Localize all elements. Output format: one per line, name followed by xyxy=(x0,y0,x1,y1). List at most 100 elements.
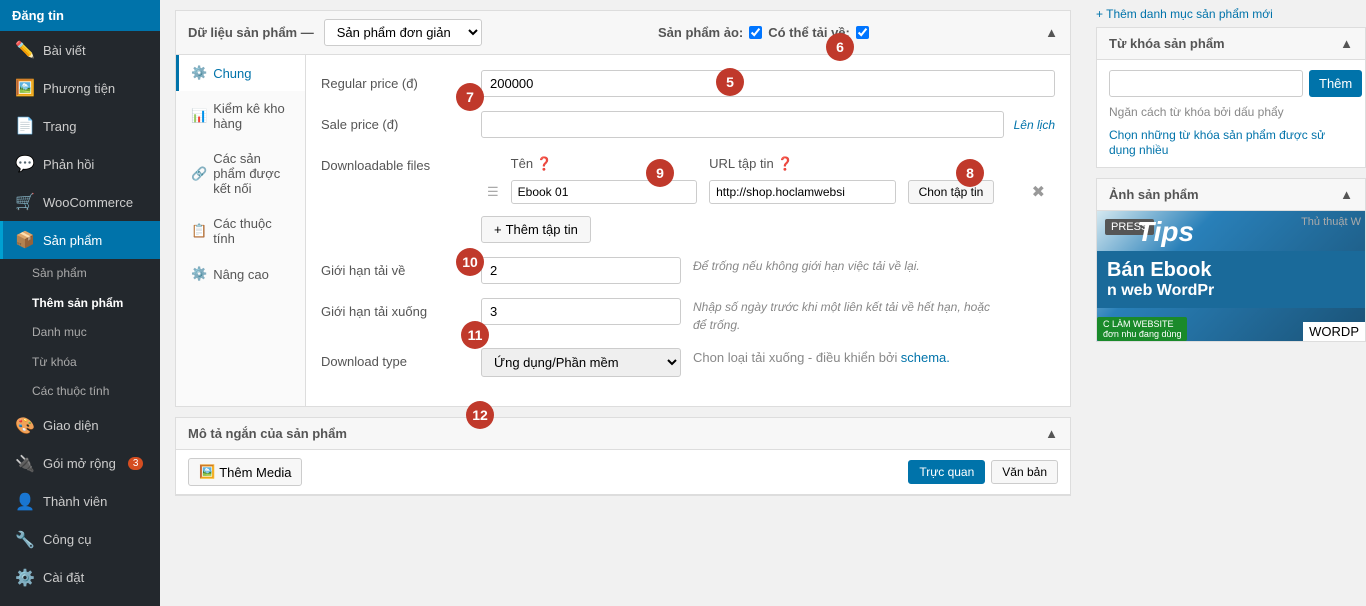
downloadable-files-row: Downloadable files Tên ❓ xyxy=(321,152,1055,243)
tab-nang-cao-label: Nâng cao xyxy=(213,267,269,282)
plus-icon: + xyxy=(494,222,502,237)
file-url-input[interactable] xyxy=(709,180,895,204)
ban-ebook-section: Bán Ebook n web WordPr xyxy=(1097,251,1365,308)
add-media-label: Thêm Media xyxy=(219,465,291,480)
remove-file-button[interactable]: ✖ xyxy=(1028,182,1049,202)
settings-tab-icon: ⚙️ xyxy=(191,65,207,81)
download-expiry-input[interactable] xyxy=(481,298,681,325)
sidebar-label-cai-dat: Cài đặt xyxy=(43,570,84,585)
tab-kiem-ke[interactable]: 📊 Kiểm kê kho hàng xyxy=(176,91,305,141)
tab-cac-thuoc-tinh[interactable]: 📋 Các thuộc tính xyxy=(176,206,305,256)
download-type-hint: Chon loại tải xuống - điều khiển bởi sch… xyxy=(693,348,950,368)
downloadable-checkbox[interactable] xyxy=(856,26,869,39)
keyword-title: Từ khóa sản phẩm xyxy=(1109,36,1225,51)
sidebar-sub-san-pham[interactable]: Sản phẩm xyxy=(0,259,160,289)
keyword-row: Thêm xyxy=(1109,70,1353,97)
keyword-popular-link[interactable]: Chọn những từ khóa sản phẩm được sử dụng… xyxy=(1109,128,1325,157)
them-button[interactable]: Thêm xyxy=(1309,70,1362,97)
panel-body: ⚙️ Chung 📊 Kiểm kê kho hàng 🔗 Các sản ph… xyxy=(176,55,1070,406)
hoclamwebsite-badge: C LÀM WEBSITEđơn nhu đang dùng xyxy=(1097,317,1187,341)
keyword-widget: Từ khóa sản phẩm ▲ Thêm Ngăn cách từ khó… xyxy=(1096,27,1366,168)
theme-icon: 🎨 xyxy=(15,416,35,436)
advanced-tab-icon: ⚙️ xyxy=(191,266,207,282)
sidebar-sub-tu-khoa[interactable]: Từ khóa xyxy=(0,348,160,378)
image-widget-header: Ảnh sản phẩm ▲ xyxy=(1097,179,1365,211)
description-title: Mô tả ngắn của sản phẩm xyxy=(188,426,347,441)
cart-icon: 🛒 xyxy=(15,192,35,212)
sidebar-sub-danh-muc[interactable]: Danh mục xyxy=(0,318,160,348)
drag-handle-icon[interactable]: ☰ xyxy=(487,184,499,199)
keyword-input[interactable] xyxy=(1109,70,1303,97)
description-collapse-icon[interactable]: ▲ xyxy=(1045,426,1058,441)
tab-cac-san-pham[interactable]: 🔗 Các sản phẩm được kết nối xyxy=(176,141,305,206)
media-icon: 🖼️ xyxy=(15,78,35,98)
regular-price-input-wrapper xyxy=(481,70,1055,97)
sidebar-item-cong-cu[interactable]: 🔧 Công cụ xyxy=(0,521,160,559)
ban-ebook-text: Bán Ebook xyxy=(1107,259,1355,282)
product-data-title: Dữ liệu sản phẩm — xyxy=(188,25,314,40)
add-media-button[interactable]: 🖼️ Thêm Media xyxy=(188,458,302,486)
tool-icon: 🔧 xyxy=(15,530,35,550)
sidebar-label-bai-viet: Bài viết xyxy=(43,43,86,58)
sidebar-item-thanh-vien[interactable]: 👤 Thành viên xyxy=(0,483,160,521)
sidebar-item-bai-viet[interactable]: ✏️ Bài viết xyxy=(0,31,160,69)
url-help-icon[interactable]: ❓ xyxy=(777,156,793,171)
download-type-select[interactable]: Ứng dụng/Phần mềmNhạcVideo xyxy=(481,348,681,377)
view-buttons: Trực quan Văn bản xyxy=(908,460,1058,484)
virtual-checkbox[interactable] xyxy=(749,26,762,39)
panel-header-left: Dữ liệu sản phẩm — Sản phẩm đơn giảnSản … xyxy=(188,19,482,46)
image-collapse-icon[interactable]: ▲ xyxy=(1340,187,1353,202)
download-expiry-hint: Nhập số ngày trước khi một liên kết tải … xyxy=(693,298,993,334)
plugin-icon: 🔌 xyxy=(15,454,35,474)
main-content: Dữ liệu sản phẩm — Sản phẩm đơn giảnSản … xyxy=(160,0,1086,606)
sidebar-sub-cac-thuoc-tinh[interactable]: Các thuộc tính xyxy=(0,377,160,407)
product-type-select[interactable]: Sản phẩm đơn giảnSản phẩm nhómSản phẩm b… xyxy=(324,19,482,46)
schema-link[interactable]: schema. xyxy=(901,350,950,365)
sidebar-label-phuong-tien: Phương tiện xyxy=(43,81,115,96)
downloadable-files-label: Downloadable files xyxy=(321,152,481,173)
name-help-icon[interactable]: ❓ xyxy=(536,156,552,171)
regular-price-row: Regular price (đ) xyxy=(321,70,1055,97)
edit-icon: ✏️ xyxy=(15,40,35,60)
sidebar-item-goi-mo-rong[interactable]: 🔌 Gói mở rộng 3 xyxy=(0,445,160,483)
add-file-label: Thêm tập tin xyxy=(506,222,578,237)
panel-tabs: ⚙️ Chung 📊 Kiểm kê kho hàng 🔗 Các sản ph… xyxy=(176,55,306,406)
product-image-widget: Ảnh sản phẩm ▲ PRESS Tips Thủ thuật W Bá… xyxy=(1096,178,1366,342)
product-image[interactable]: PRESS Tips Thủ thuật W Bán Ebook n web W… xyxy=(1097,211,1365,341)
sidebar-item-cai-dat[interactable]: ⚙️ Cài đặt xyxy=(0,559,160,597)
web-wordpr-text: n web WordPr xyxy=(1107,282,1355,300)
panel-content: Regular price (đ) Sale price (đ) Lên lịc… xyxy=(306,55,1070,406)
download-limit-input[interactable] xyxy=(481,257,681,284)
sidebar-sub-them-san-pham[interactable]: Thêm sản phẩm xyxy=(0,289,160,319)
description-panel-header: Mô tả ngắn của sản phẩm ▲ xyxy=(176,418,1070,450)
sidebar-item-phan-hoi[interactable]: 💬 Phản hồi xyxy=(0,145,160,183)
sidebar-item-phuong-tien[interactable]: 🖼️ Phương tiện xyxy=(0,69,160,107)
keyword-widget-header: Từ khóa sản phẩm ▲ xyxy=(1097,28,1365,60)
tab-chung[interactable]: ⚙️ Chung xyxy=(176,55,305,91)
sidebar-item-thu-gon[interactable]: ◀ Thu gọn trình đơn xyxy=(0,597,160,606)
sidebar-item-woocommerce[interactable]: 🛒 WooCommerce xyxy=(0,183,160,221)
product-icon: 📦 xyxy=(15,230,35,250)
panel-collapse-icon[interactable]: ▲ xyxy=(1045,25,1058,40)
add-file-button[interactable]: + Thêm tập tin xyxy=(481,216,591,243)
sidebar-label-san-pham: Sản phẩm xyxy=(43,233,102,248)
sale-price-input[interactable] xyxy=(481,111,1004,138)
thu-thuat-text: Thủ thuật W xyxy=(1301,216,1361,228)
keyword-collapse-icon[interactable]: ▲ xyxy=(1340,36,1353,51)
sidebar-header: Đăng tin xyxy=(0,0,160,31)
choose-file-button[interactable]: Chon tập tin xyxy=(908,180,995,204)
add-category-section: + Thêm danh mục sản phẩm mới xyxy=(1096,0,1366,27)
tips-text: Tips xyxy=(1137,216,1194,248)
user-icon: 👤 xyxy=(15,492,35,512)
regular-price-input[interactable] xyxy=(481,70,1055,97)
drag-header xyxy=(481,152,505,176)
sidebar-item-san-pham[interactable]: 📦 Sản phẩm xyxy=(0,221,160,259)
schedule-link[interactable]: Lên lịch xyxy=(1014,118,1055,132)
add-category-link[interactable]: + Thêm danh mục sản phẩm mới xyxy=(1096,7,1273,21)
truc-quan-button[interactable]: Trực quan xyxy=(908,460,985,484)
sidebar-label-woocommerce: WooCommerce xyxy=(43,195,133,210)
sidebar-item-trang[interactable]: 📄 Trang xyxy=(0,107,160,145)
sidebar-item-giao-dien[interactable]: 🎨 Giao diện xyxy=(0,407,160,445)
van-ban-button[interactable]: Văn bản xyxy=(991,460,1058,484)
tab-nang-cao[interactable]: ⚙️ Nâng cao xyxy=(176,256,305,292)
